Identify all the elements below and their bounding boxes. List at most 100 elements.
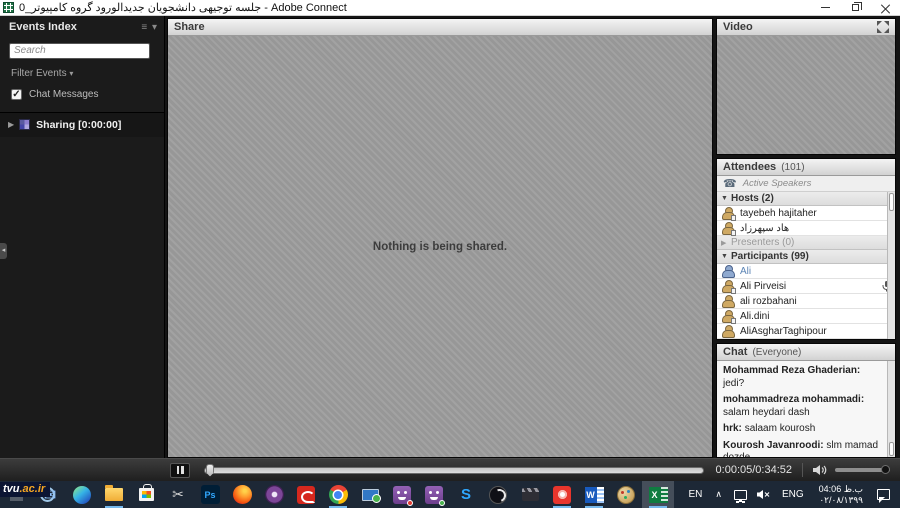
seek-thumb[interactable] bbox=[206, 464, 214, 477]
panel-menu-icon[interactable]: ≡ ▾ bbox=[141, 22, 158, 33]
nothing-shared-message: Nothing is being shared. bbox=[373, 241, 507, 253]
taskbar-adobe-connect-icon[interactable] bbox=[386, 481, 418, 508]
taskbar-snipping-tool-icon[interactable]: ✂ bbox=[162, 481, 194, 508]
attendees-pod: Attendees (101) ☎ Active Speakers ▼ Host… bbox=[716, 158, 896, 340]
keyboard-language[interactable]: ENG bbox=[775, 489, 811, 500]
chat-message: Mohammad Reza Ghaderian: jedi? bbox=[723, 365, 883, 390]
events-index-title: Events Index bbox=[9, 21, 77, 33]
sharing-event-label: Sharing [0:00:00] bbox=[36, 119, 121, 131]
chat-message: Kourosh Javanroodi: slm mamad dozde bbox=[723, 440, 883, 458]
host-avatar-icon bbox=[721, 207, 734, 220]
participants-group-row[interactable]: ▼ Participants (99) bbox=[717, 250, 895, 264]
chevron-down-icon: ▾ bbox=[69, 69, 73, 78]
network-icon[interactable] bbox=[734, 490, 747, 500]
taskbar-store-icon[interactable] bbox=[130, 481, 162, 508]
video-pod-title: Video bbox=[723, 21, 753, 33]
taskbar-video-editor-icon[interactable] bbox=[514, 481, 546, 508]
action-center-icon[interactable] bbox=[877, 489, 890, 500]
speaker-icon[interactable] bbox=[813, 464, 827, 476]
chat-message: hrk: salaam kourosh bbox=[723, 423, 883, 436]
active-speakers-row: ☎ Active Speakers bbox=[717, 176, 895, 192]
video-pod-body bbox=[717, 36, 895, 154]
sharing-event-item[interactable]: ▶ Sharing [0:00:00] bbox=[0, 113, 164, 137]
taskbar-photoshop-icon[interactable]: Ps bbox=[194, 481, 226, 508]
screen: جلسه توجیهی دانشجویان جدیدالورود گروه کا… bbox=[0, 0, 900, 508]
active-speakers-label: Active Speakers bbox=[743, 178, 812, 189]
presenters-group-row[interactable]: ▶ Presenters (0) bbox=[717, 236, 895, 250]
attendees-pod-title: Attendees bbox=[723, 161, 776, 173]
participant-avatar-icon bbox=[721, 265, 734, 278]
close-button[interactable] bbox=[870, 0, 900, 16]
chat-message: mohammadreza mohammadi: salam heydari da… bbox=[723, 394, 883, 419]
taskbar-firefox-icon[interactable] bbox=[226, 481, 258, 508]
attendee-row[interactable]: tayebeh hajitaher bbox=[717, 206, 895, 221]
chat-pod-header: Chat (Everyone) bbox=[717, 344, 895, 361]
show-hidden-icons-chevron[interactable]: ∧ bbox=[709, 489, 728, 500]
taskbar-edge-icon[interactable] bbox=[66, 481, 98, 508]
taskbar-obs-icon[interactable] bbox=[482, 481, 514, 508]
hosts-group-row[interactable]: ▼ Hosts (2) bbox=[717, 192, 895, 206]
playback-time: 0:00:05/0:34:52 bbox=[716, 464, 792, 476]
attendees-list: ▼ Hosts (2) tayebeh hajitaher هاد سپهرزا… bbox=[717, 192, 895, 339]
host-avatar-icon bbox=[721, 222, 734, 235]
muted-speaker-icon[interactable] bbox=[757, 489, 771, 500]
taskbar-paint-icon[interactable] bbox=[610, 481, 642, 508]
chat-message-list: Mohammad Reza Ghaderian: jedi? mohammadr… bbox=[717, 361, 895, 457]
app-icon bbox=[3, 2, 14, 13]
attendee-row[interactable]: Ali.dini bbox=[717, 309, 895, 324]
window-titlebar: جلسه توجیهی دانشجویان جدیدالورود گروه کا… bbox=[0, 0, 900, 16]
video-pod: Video bbox=[716, 18, 896, 155]
taskbar-clock[interactable]: 04:06 ب.ظ ۰۲/۰۸/۱۳۹۹ bbox=[811, 484, 871, 506]
taskbar-remote-desktop-icon[interactable] bbox=[354, 481, 386, 508]
expand-icon[interactable]: ▶ bbox=[8, 120, 14, 129]
taskbar-excel-icon[interactable]: X bbox=[642, 481, 674, 508]
taskbar-adobe-connect-icon[interactable] bbox=[418, 481, 450, 508]
attendees-count: (101) bbox=[781, 162, 804, 173]
sharing-icon bbox=[19, 119, 30, 130]
taskbar-premiere-rush-icon[interactable] bbox=[546, 481, 578, 508]
tri-right-icon: ▶ bbox=[721, 239, 731, 247]
sidebar-collapse-handle[interactable]: ◂ bbox=[0, 243, 7, 259]
chat-scope: (Everyone) bbox=[752, 347, 801, 358]
chat-scrollbar[interactable] bbox=[887, 361, 895, 457]
clock-date: ۰۲/۰۸/۱۳۹۹ bbox=[819, 495, 863, 506]
filter-events-dropdown[interactable]: Filter Events ▾ bbox=[11, 68, 164, 79]
participant-avatar-icon bbox=[721, 280, 734, 293]
taskbar-adobe-app-icon[interactable] bbox=[290, 481, 322, 508]
search-input[interactable] bbox=[9, 43, 150, 59]
attendee-row[interactable]: Ali bbox=[717, 264, 895, 279]
taskbar-word-icon[interactable]: W bbox=[578, 481, 610, 508]
language-indicator[interactable]: EN bbox=[682, 489, 710, 500]
seek-slider[interactable] bbox=[204, 467, 704, 474]
attendee-row[interactable]: ali rozbahani bbox=[717, 294, 895, 309]
video-pod-header: Video bbox=[717, 19, 895, 36]
attendee-row[interactable]: Ali Pirveisi bbox=[717, 279, 895, 294]
tri-down-icon: ▼ bbox=[721, 195, 731, 202]
taskbar-chrome-icon[interactable] bbox=[322, 481, 354, 508]
participant-avatar-icon bbox=[721, 295, 734, 308]
playback-bar: 0:00:05/0:34:52 bbox=[0, 458, 900, 481]
windows-taskbar: tvu.ac.ir ✉ ✂ Ps S W X bbox=[0, 481, 900, 508]
share-pod-body: Nothing is being shared. bbox=[168, 36, 712, 457]
attendees-scrollbar[interactable] bbox=[887, 192, 895, 339]
restore-button[interactable] bbox=[840, 0, 870, 16]
events-index-panel: Events Index ≡ ▾ Filter Events ▾ ✓ Chat … bbox=[0, 16, 165, 458]
share-pod: Share Nothing is being shared. bbox=[167, 18, 713, 458]
volume-knob[interactable] bbox=[881, 465, 890, 474]
share-pod-title: Share bbox=[174, 21, 205, 33]
window-title: جلسه توجیهی دانشجویان جدیدالورود گروه کا… bbox=[19, 0, 347, 16]
taskbar-file-explorer-icon[interactable] bbox=[98, 481, 130, 508]
chat-pod-title: Chat bbox=[723, 346, 747, 358]
chat-messages-checkbox[interactable]: ✓ bbox=[11, 89, 22, 100]
pause-button[interactable] bbox=[170, 463, 190, 478]
taskbar-skype-icon[interactable]: S bbox=[450, 481, 482, 508]
attendee-row[interactable]: هاد سپهرزاد bbox=[717, 221, 895, 236]
volume-slider[interactable] bbox=[835, 468, 890, 472]
fullscreen-icon[interactable] bbox=[877, 21, 889, 33]
participant-avatar-icon bbox=[721, 310, 734, 323]
minimize-button[interactable] bbox=[810, 0, 840, 16]
tvu-watermark: tvu.ac.ir bbox=[0, 482, 50, 497]
chat-messages-label: Chat Messages bbox=[29, 89, 98, 100]
attendee-row[interactable]: AliAsgharTaghipour bbox=[717, 324, 895, 339]
taskbar-tor-browser-icon[interactable] bbox=[258, 481, 290, 508]
